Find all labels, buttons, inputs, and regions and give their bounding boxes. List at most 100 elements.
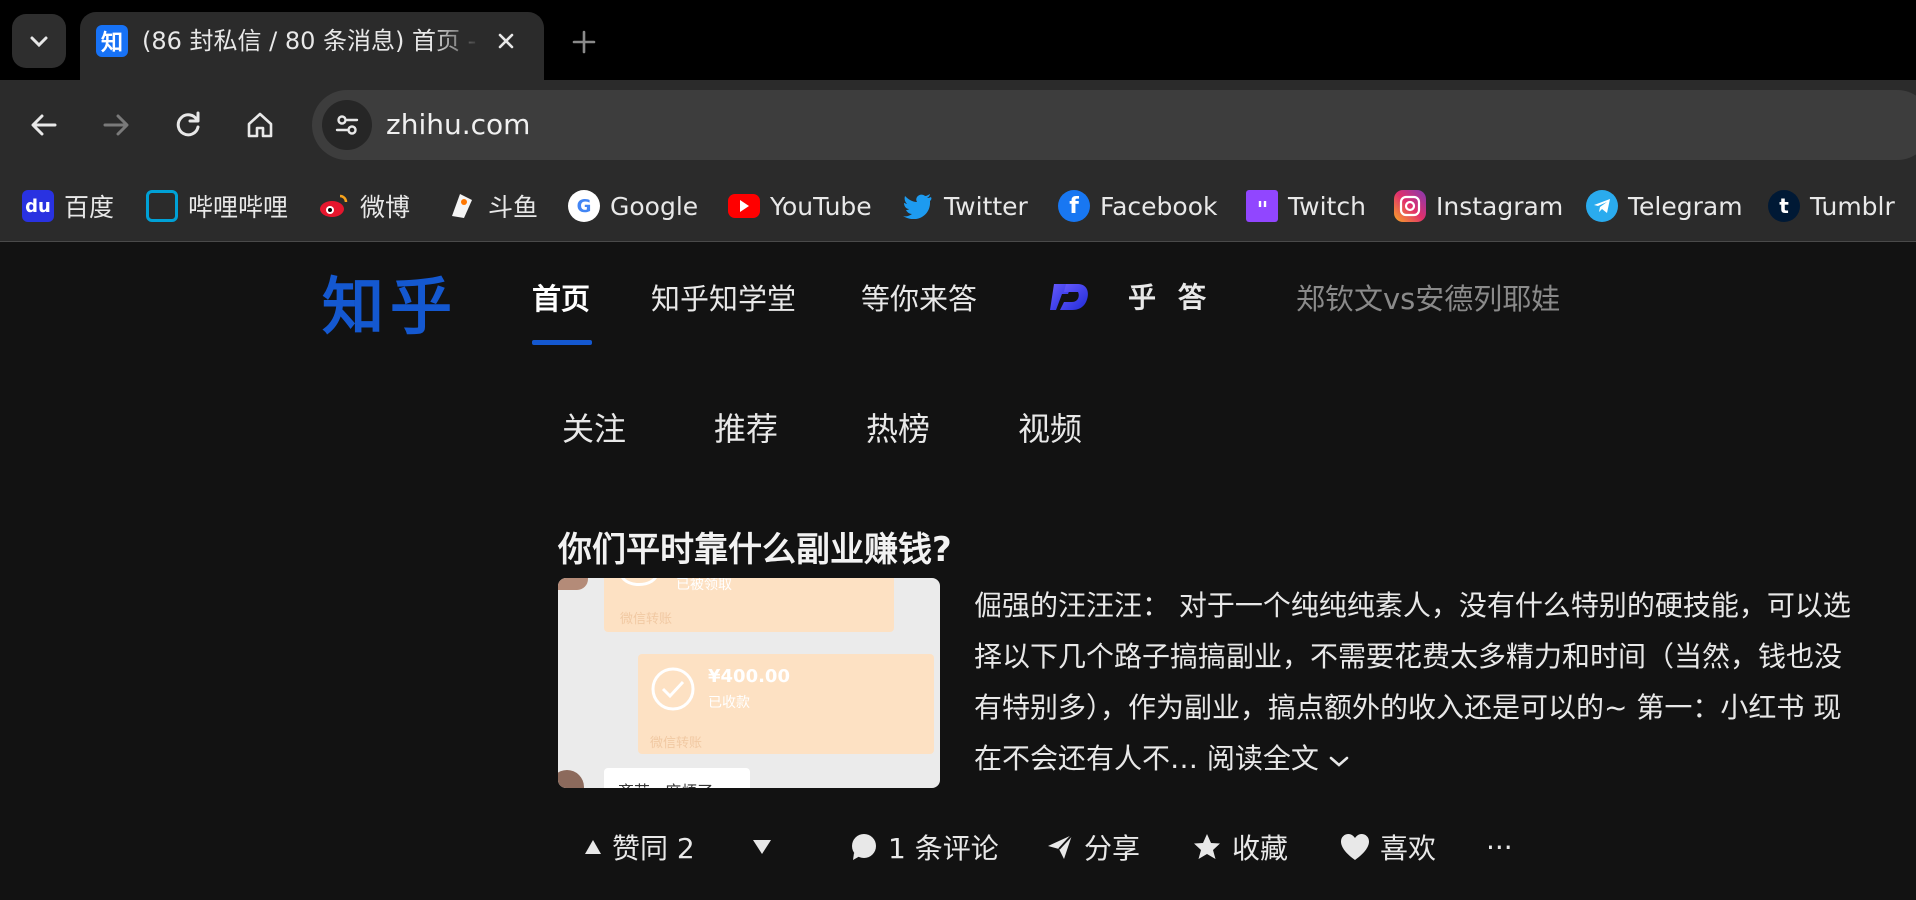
bookmark-douyu[interactable]: 斗鱼 <box>446 184 538 228</box>
tab-title: (86 封私信 / 80 条消息) 首页 - 知乎 <box>142 27 482 55</box>
instagram-icon <box>1394 190 1426 222</box>
arrow-right-icon <box>103 114 129 136</box>
thumbnail-amount: ¥400.00 <box>708 666 790 687</box>
feed-tab-video[interactable]: 视频 <box>1018 404 1082 450</box>
bookmark-label: Google <box>610 191 699 221</box>
thumbnail-caption-top: 微信转账 <box>620 612 673 627</box>
tab-zhihu[interactable]: 知 (86 封私信 / 80 条消息) 首页 - 知乎 <box>80 12 544 82</box>
huda-logo-icon[interactable] <box>1050 278 1090 314</box>
share-button[interactable]: 分享 <box>1046 822 1140 872</box>
read-more-label: 阅读全文 <box>1206 742 1319 775</box>
reload-button[interactable] <box>165 102 211 148</box>
nav-academy[interactable]: 知乎知学堂 <box>651 276 796 318</box>
share-label: 分享 <box>1084 832 1141 865</box>
nav-active-indicator <box>532 340 592 345</box>
feed-tab-recommend[interactable]: 推荐 <box>714 404 778 450</box>
reload-icon <box>176 111 200 137</box>
bookmark-twitch[interactable]: Twitch <box>1246 184 1366 228</box>
bookmark-tumblr[interactable]: t Tumblr <box>1768 184 1895 228</box>
back-button[interactable] <box>21 102 67 148</box>
google-icon: G <box>568 190 600 222</box>
excerpt-text: 倔强的汪汪汪： 对于一个纯纯纯素人，没有什么特别的硬技能，可以选择以下几个路子搞… <box>974 589 1851 775</box>
bookmark-label: 斗鱼 <box>488 193 539 222</box>
home-button[interactable] <box>237 102 283 148</box>
thumbnail-top-status: 已被领取 <box>676 578 732 593</box>
bookmark-label: Telegram <box>1628 191 1743 221</box>
twitch-icon <box>1246 190 1278 222</box>
facebook-icon: f <box>1058 190 1090 222</box>
check-circle-icon <box>620 578 658 586</box>
favorite-label: 收藏 <box>1232 832 1289 865</box>
address-bar[interactable]: zhihu.com <box>312 90 1916 160</box>
triangle-up-icon <box>585 840 601 854</box>
tab-strip: 知 (86 封私信 / 80 条消息) 首页 - 知乎 <box>0 0 1916 82</box>
feed-tab-hot[interactable]: 热榜 <box>866 404 930 450</box>
bookmark-label: 微博 <box>360 193 411 222</box>
bookmark-telegram[interactable]: Telegram <box>1586 184 1743 228</box>
home-icon <box>247 112 273 138</box>
zhihu-page: 知乎 首页 知乎知学堂 等你来答 乎答 郑钦文vs安德列耶娃 关注 推荐 热榜 … <box>0 242 1916 900</box>
bookmark-twitter[interactable]: Twitter <box>902 184 1028 228</box>
douyu-icon <box>446 190 478 222</box>
transfer-bubble: 已被领取 微信转账 <box>604 578 894 632</box>
downvote-button[interactable] <box>752 822 772 872</box>
bookmark-google[interactable]: G Google <box>568 184 698 228</box>
comment-icon <box>852 834 876 860</box>
bilibili-icon <box>146 190 178 222</box>
tab-search-button[interactable] <box>12 14 66 68</box>
answer-excerpt[interactable]: 倔强的汪汪汪： 对于一个纯纯纯素人，没有什么特别的硬技能，可以选择以下几个路子搞… <box>974 580 1864 784</box>
bookmark-label: Instagram <box>1436 191 1564 221</box>
thumbnail-status: 已收款 <box>708 695 750 711</box>
browser-toolbar: zhihu.com <box>0 80 1916 170</box>
search-hot-topic[interactable]: 郑钦文vs安德列耶娃 <box>1296 276 1560 318</box>
thumbnail-name: 齐花 · 麻烦了 <box>604 768 750 788</box>
new-tab-button[interactable] <box>560 18 608 66</box>
arrow-left-icon <box>31 114 57 136</box>
more-label: ··· <box>1486 830 1513 864</box>
favorite-button[interactable]: 收藏 <box>1192 822 1288 872</box>
forward-button[interactable] <box>93 102 139 148</box>
twitter-icon <box>902 190 934 222</box>
avatar <box>558 770 584 788</box>
transfer-bubble: ¥400.00 已收款 微信转账 <box>638 654 934 754</box>
feed-tab-following[interactable]: 关注 <box>562 404 626 450</box>
nav-waiting-answers[interactable]: 等你来答 <box>861 276 977 318</box>
upvote-button[interactable]: 赞同 2 <box>584 822 695 872</box>
paper-plane-icon <box>1048 834 1073 859</box>
more-options-button[interactable]: ··· <box>1486 822 1513 872</box>
upvote-label: 赞同 2 <box>612 832 695 865</box>
triangle-down-icon <box>753 840 771 854</box>
bookmark-weibo[interactable]: 微博 <box>318 184 410 228</box>
like-label: 喜欢 <box>1380 832 1437 865</box>
question-title[interactable]: 你们平时靠什么副业赚钱? <box>558 522 952 571</box>
youtube-icon <box>728 194 760 218</box>
bookmark-baidu[interactable]: du 百度 <box>22 184 114 228</box>
bookmark-bilibili[interactable]: 哔哩哔哩 <box>146 184 288 228</box>
star-icon <box>1194 834 1220 859</box>
answer-thumbnail[interactable]: 已被领取 微信转账 ¥400.00 已收款 微信转账 齐花 · 麻烦了 <box>558 578 940 788</box>
site-info-button[interactable] <box>322 100 372 150</box>
plus-icon <box>572 30 596 54</box>
chevron-down-icon <box>1329 756 1349 767</box>
zhihu-favicon-icon: 知 <box>96 25 128 57</box>
bookmark-label: Twitter <box>944 191 1028 221</box>
nav-home[interactable]: 首页 <box>532 276 590 318</box>
nav-huda[interactable]: 乎答 <box>1128 276 1228 316</box>
close-tab-button[interactable] <box>490 25 522 57</box>
avatar <box>558 578 588 590</box>
bookmark-facebook[interactable]: f Facebook <box>1058 184 1217 228</box>
zhihu-logo[interactable]: 知乎 <box>322 256 458 346</box>
baidu-icon: du <box>22 190 54 222</box>
bookmark-instagram[interactable]: Instagram <box>1394 184 1563 228</box>
comments-label: 1 条评论 <box>888 832 999 865</box>
tumblr-icon: t <box>1768 190 1800 222</box>
bookmark-youtube[interactable]: YouTube <box>728 184 872 228</box>
chevron-down-icon <box>30 36 48 48</box>
weibo-icon <box>318 190 350 222</box>
url-text[interactable]: zhihu.com <box>386 107 530 143</box>
bookmark-label: Facebook <box>1100 191 1218 221</box>
comments-button[interactable]: 1 条评论 <box>850 822 999 872</box>
like-button[interactable]: 喜欢 <box>1340 822 1436 872</box>
read-more-link[interactable]: 阅读全文 <box>1207 742 1350 775</box>
bookmarks-bar: du 百度 哔哩哔哩 微博 斗鱼 G Google YouTube Twitte… <box>0 170 1916 242</box>
